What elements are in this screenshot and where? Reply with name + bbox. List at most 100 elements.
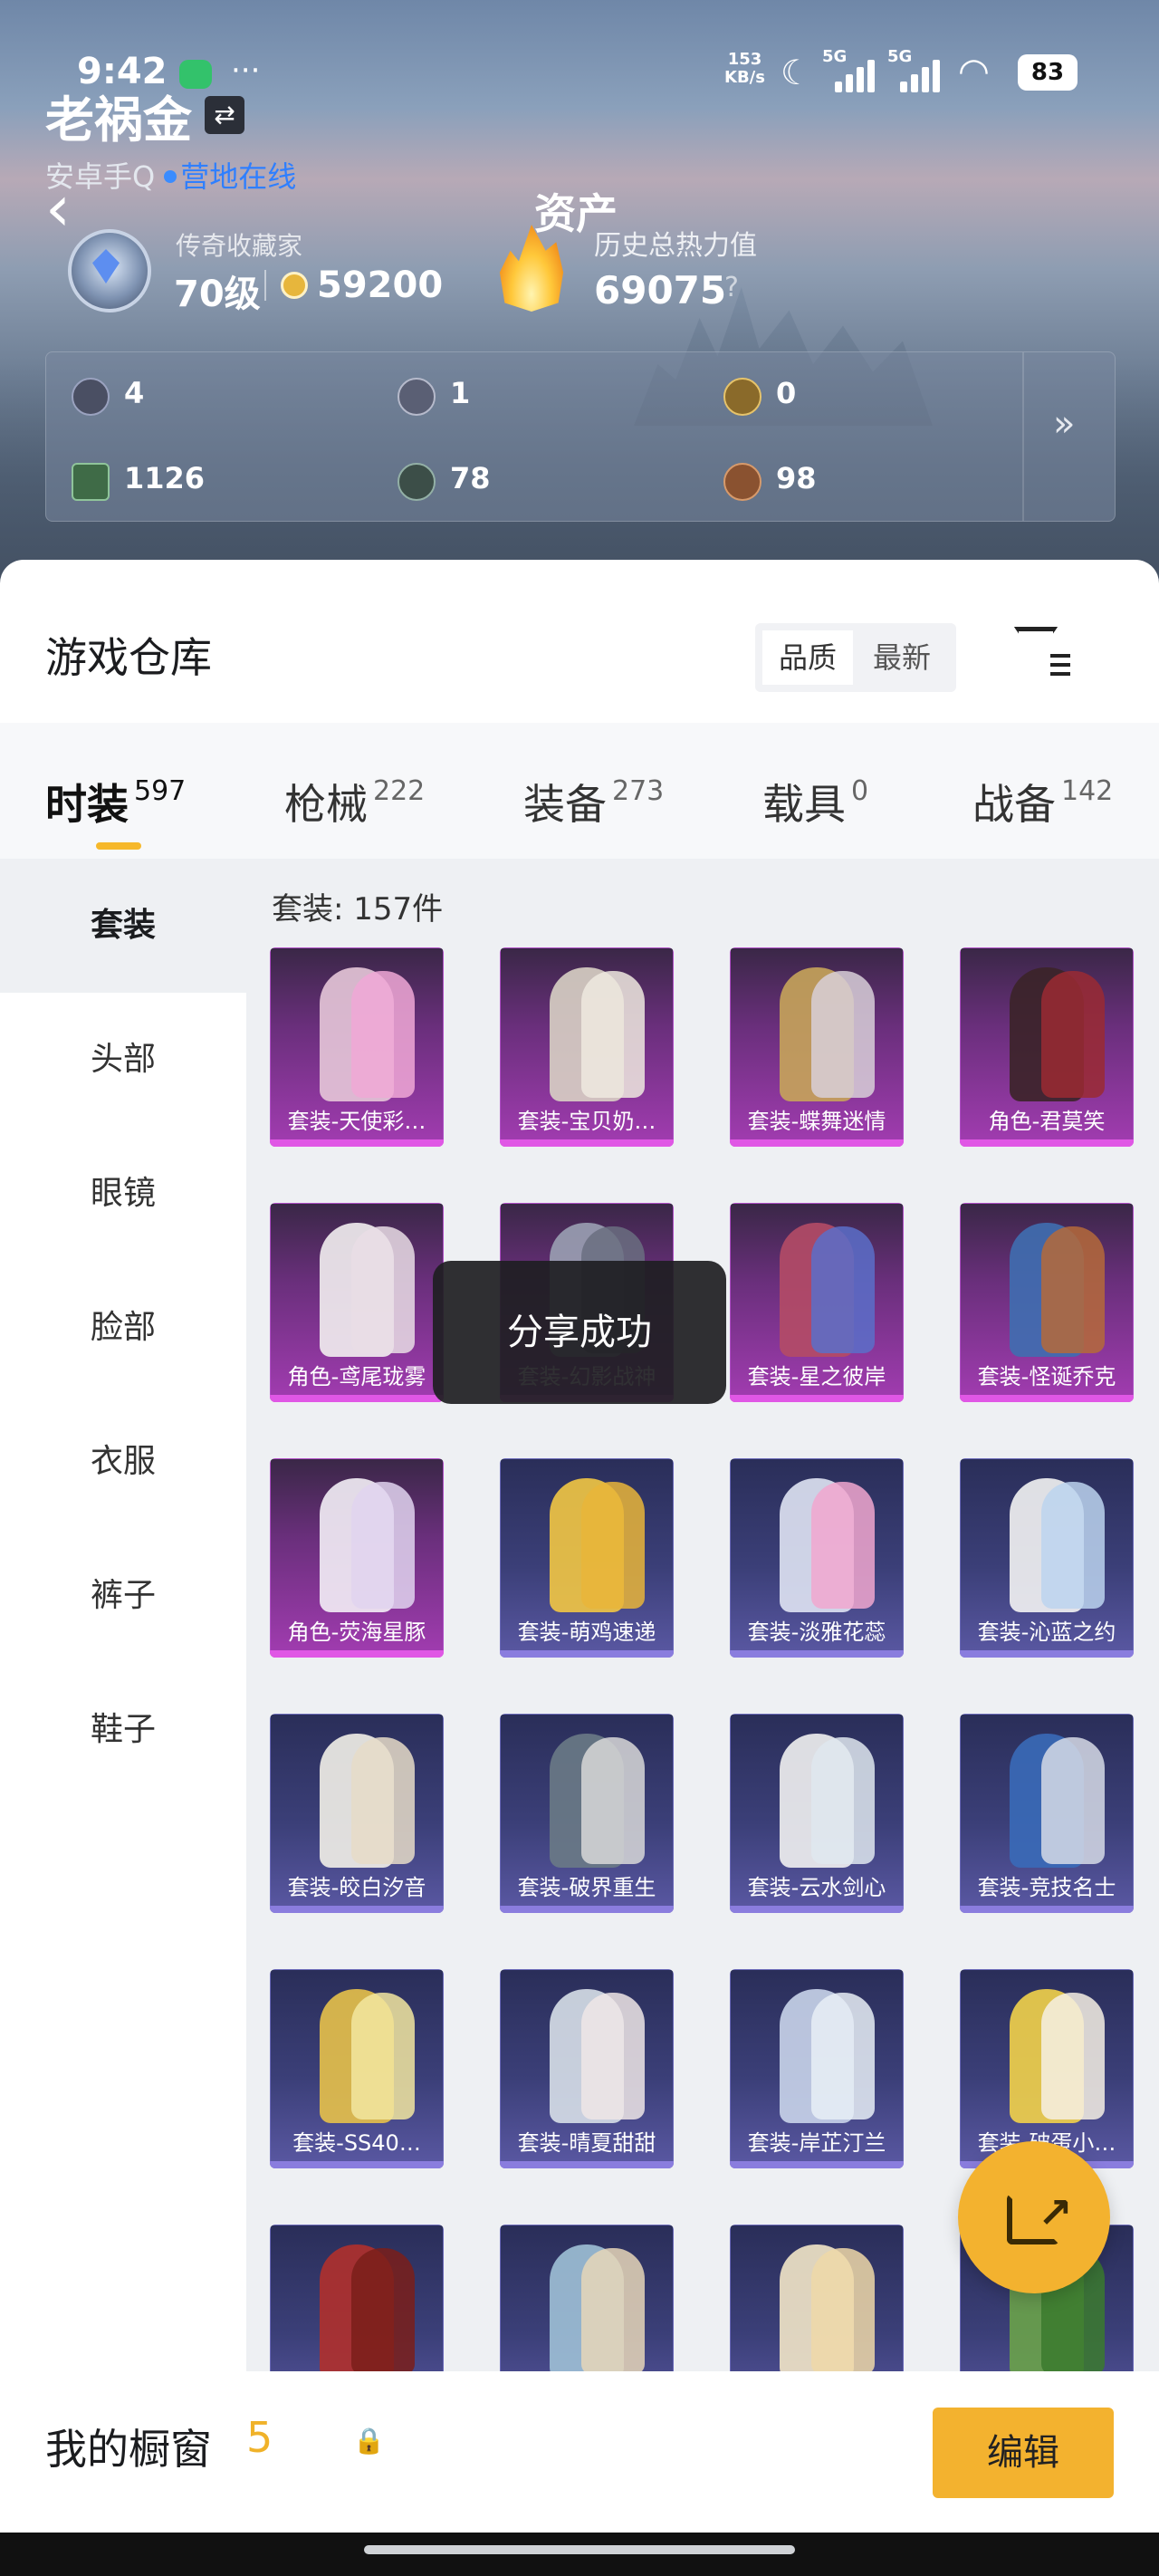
item-card[interactable]: 套装-淡雅花蕊 — [730, 1458, 904, 1658]
sidebar-item-suits[interactable]: 套装 — [0, 859, 246, 993]
signal-2-icon — [900, 56, 943, 92]
outfit-figure — [351, 2248, 415, 2375]
sidebar-item-head[interactable]: 头部 — [0, 993, 246, 1127]
lock-icon: 🔒 — [353, 2426, 385, 2456]
platform-line: 安卓手Q 营地在线 — [45, 154, 296, 196]
switch-account-icon[interactable]: ⇄ — [205, 96, 244, 134]
item-card[interactable]: 套装-岸芷汀兰 — [730, 1969, 904, 2168]
rarity-bar — [960, 1395, 1134, 1402]
item-card[interactable]: 套装-SS40… — [270, 1969, 444, 2168]
item-label: 套装-萌鸡速递 — [517, 1620, 656, 1645]
rank-badge-icon — [50, 222, 163, 312]
item-card[interactable]: 套装-沁蓝之约 — [960, 1458, 1134, 1658]
item-card[interactable]: 套装-破界重生 — [500, 1714, 674, 1913]
stats-panel[interactable]: 4 1 0 1126 78 98 » — [45, 351, 1116, 522]
heat-value: 69075 — [594, 268, 727, 312]
tab-guns[interactable]: 枪械 222 — [284, 772, 425, 831]
battery-icon: 83 — [1018, 54, 1078, 91]
moon-icon: ☾ — [781, 53, 812, 92]
filter-icon[interactable] — [1012, 623, 1070, 681]
net-speed: 153 KB/s — [724, 50, 765, 87]
rarity-bar — [730, 1650, 904, 1658]
item-label: 套装-晴夏甜甜 — [517, 2130, 656, 2156]
signal-1-icon — [835, 56, 878, 92]
rarity-bar — [960, 1139, 1134, 1147]
rarity-bar — [730, 1395, 904, 1402]
gold-emblem-icon — [723, 378, 761, 416]
sort-quality-button[interactable]: 品质 — [762, 630, 853, 685]
outfit-figure — [351, 1482, 415, 1609]
rarity-bar — [960, 1650, 1134, 1658]
rarity-bar — [730, 1139, 904, 1147]
active-tab-indicator — [96, 842, 141, 850]
outfit-figure — [1041, 1737, 1105, 1864]
wifi-icon: ◠ — [958, 51, 990, 92]
system-nav-bar — [0, 2533, 1159, 2576]
outfit-figure — [811, 971, 875, 1098]
online-dot-icon — [164, 170, 177, 183]
sidebar-item-shoes[interactable]: 鞋子 — [0, 1663, 246, 1797]
toast-message: 分享成功 — [433, 1261, 726, 1404]
sidebar-item-clothes[interactable]: 衣服 — [0, 1395, 246, 1529]
help-icon[interactable]: ? — [724, 272, 739, 303]
outfit-figure — [811, 1226, 875, 1353]
coin-icon — [281, 272, 308, 299]
showcase-count: 5/5 — [246, 2413, 314, 2462]
warehouse-title: 游戏仓库 — [45, 633, 212, 682]
item-card[interactable]: 套装-蝶舞迷情 — [730, 947, 904, 1147]
outfit-figure — [581, 1482, 645, 1609]
sort-latest-button[interactable]: 最新 — [857, 630, 947, 685]
item-card[interactable]: 套装-星之彼岸 — [730, 1203, 904, 1402]
subcategory-sidebar: 套装 头部 眼镜 脸部 衣服 裤子 鞋子 — [0, 859, 246, 2371]
suit-count: 套装: 157件 — [272, 891, 444, 928]
item-card[interactable]: 套装-天使彩… — [270, 947, 444, 1147]
sidebar-item-pants[interactable]: 裤子 — [0, 1529, 246, 1663]
bronze-medal-icon — [723, 463, 761, 501]
outfit-figure — [581, 1993, 645, 2119]
item-label: 套装-怪诞乔克 — [977, 1364, 1116, 1389]
warehouse-sheet: 游戏仓库 品质 最新 时装 597 枪械 222 装备 273 载具 0 战备 142 套… — [0, 560, 1159, 2424]
tab-equipment[interactable]: 装备 273 — [523, 772, 664, 831]
tab-vehicles[interactable]: 载具 0 — [762, 772, 868, 831]
item-card[interactable]: 套装-晴夏甜甜 — [500, 1969, 674, 2168]
outfit-figure — [1041, 1993, 1105, 2119]
item-label: 套装-淡雅花蕊 — [747, 1620, 886, 1645]
rarity-bar — [730, 2161, 904, 2168]
platform-label: 安卓手Q — [45, 159, 156, 194]
sidebar-item-face[interactable]: 脸部 — [0, 1261, 246, 1395]
item-card[interactable]: 套装-萌鸡速递 — [500, 1458, 674, 1658]
share-button[interactable]: ↗ — [958, 2141, 1110, 2293]
item-label: 套装-竞技名士 — [977, 1875, 1116, 1900]
edit-button[interactable]: 编辑 — [933, 2408, 1114, 2498]
rarity-bar — [270, 1395, 444, 1402]
online-status: 营地在线 — [180, 159, 297, 194]
outfit-figure — [1041, 1226, 1105, 1353]
tab-fashion[interactable]: 时装 597 — [45, 772, 186, 831]
sidebar-item-glasses[interactable]: 眼镜 — [0, 1127, 246, 1261]
rarity-bar — [730, 1906, 904, 1913]
rarity-bar — [270, 1650, 444, 1658]
player-name: 老祸金 — [45, 91, 192, 149]
item-label: 套装-蝶舞迷情 — [747, 1109, 886, 1134]
showcase-title: 我的橱窗 — [45, 2425, 212, 2474]
tab-supplies[interactable]: 战备 142 — [972, 772, 1113, 831]
stats-more-icon[interactable]: » — [1053, 403, 1075, 445]
card-icon — [72, 378, 110, 416]
item-label: 角色-君莫笑 — [988, 1109, 1106, 1134]
stats-divider — [1022, 352, 1024, 521]
item-card[interactable]: 角色-君莫笑 — [960, 947, 1134, 1147]
item-card[interactable]: 套装-皎白汐音 — [270, 1714, 444, 1913]
sort-toggle: 品质 最新 — [755, 623, 956, 692]
item-label: 套装-破界重生 — [517, 1875, 656, 1900]
outfit-figure — [351, 1226, 415, 1353]
item-card[interactable]: 套装-怪诞乔克 — [960, 1203, 1134, 1402]
item-card[interactable]: 套装-竞技名士 — [960, 1714, 1134, 1913]
outfit-figure — [581, 971, 645, 1098]
item-card[interactable]: 角色-荧海星豚 — [270, 1458, 444, 1658]
item-card[interactable]: 套装-云水剑心 — [730, 1714, 904, 1913]
home-indicator[interactable] — [364, 2545, 795, 2554]
item-card[interactable]: 套装-破蛋小… — [960, 1969, 1134, 2168]
item-card[interactable]: 套装-宝贝奶… — [500, 947, 674, 1147]
collector-title: 传奇收藏家 — [176, 231, 303, 261]
item-card[interactable]: 角色-鸢尾珑雾 — [270, 1203, 444, 1402]
